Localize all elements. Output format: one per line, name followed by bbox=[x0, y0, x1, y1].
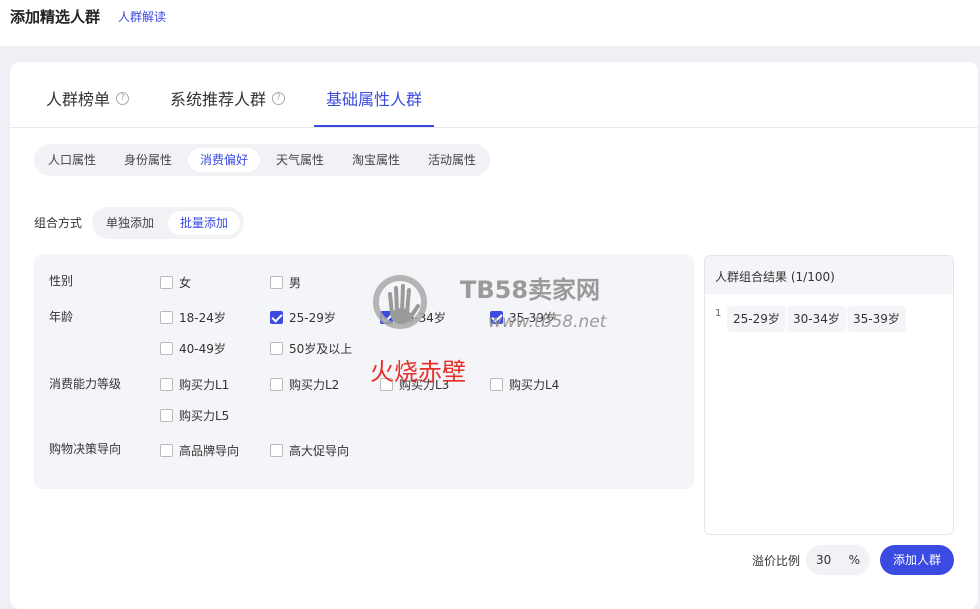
help-icon[interactable]: ? bbox=[272, 91, 286, 105]
checkbox-icon bbox=[270, 276, 283, 289]
combine-mode-toggle: 单独添加 批量添加 bbox=[92, 207, 244, 239]
age-label: 年龄 bbox=[49, 310, 74, 324]
help-icon[interactable]: ? bbox=[116, 91, 130, 105]
checkbox-male[interactable]: 男 bbox=[270, 274, 301, 291]
add-audience-button[interactable]: 添加人群 bbox=[880, 545, 954, 575]
checkbox-age-30-34[interactable]: 30-34岁 bbox=[380, 309, 446, 326]
active-tab-indicator bbox=[314, 125, 434, 127]
decision-orientation-label: 购物决策导向 bbox=[49, 442, 122, 456]
option-label: 购买力L1 bbox=[179, 378, 230, 392]
option-label: 18-24岁 bbox=[179, 311, 226, 325]
tab-label: 系统推荐人群 bbox=[170, 90, 267, 109]
result-chip[interactable]: 25-29岁 bbox=[727, 306, 786, 332]
subtab-taobao[interactable]: 淘宝属性 bbox=[340, 148, 412, 172]
result-header: 人群组合结果 (1/100) bbox=[705, 256, 953, 294]
option-label: 高品牌导向 bbox=[179, 444, 240, 458]
subtab-demographics[interactable]: 人口属性 bbox=[36, 148, 108, 172]
checkbox-promo-oriented[interactable]: 高大促导向 bbox=[270, 442, 349, 459]
spending-level-label: 消费能力等级 bbox=[49, 377, 122, 391]
checked-icon bbox=[380, 311, 393, 324]
option-label: 50岁及以上 bbox=[289, 342, 353, 356]
result-count: (1/100) bbox=[790, 270, 835, 284]
tab-audience-ranking[interactable]: 人群榜单 ? bbox=[46, 86, 130, 110]
tab-label: 人群榜单 bbox=[46, 90, 111, 109]
ratio-unit: % bbox=[848, 553, 860, 567]
checked-icon bbox=[490, 311, 503, 324]
checkbox-icon bbox=[270, 342, 283, 355]
option-label: 购买力L5 bbox=[179, 409, 230, 423]
overlay-caption: 火烧赤壁 bbox=[370, 358, 466, 386]
option-label: 25-29岁 bbox=[289, 311, 336, 325]
result-title: 人群组合结果 bbox=[715, 270, 788, 284]
tab-label: 基础属性人群 bbox=[326, 90, 423, 109]
checkbox-female[interactable]: 女 bbox=[160, 274, 191, 291]
option-label: 购买力L2 bbox=[289, 378, 340, 392]
subtab-identity[interactable]: 身份属性 bbox=[112, 148, 184, 172]
result-index: 1 bbox=[715, 308, 722, 319]
subtab-weather[interactable]: 天气属性 bbox=[264, 148, 336, 172]
checkbox-icon bbox=[160, 444, 173, 457]
top-bar: 添加精选人群 人群解读 bbox=[0, 0, 980, 46]
single-add-button[interactable]: 单独添加 bbox=[94, 211, 166, 235]
checkbox-icon bbox=[270, 378, 283, 391]
premium-ratio-label: 溢价比例 bbox=[752, 554, 801, 568]
checkbox-l2[interactable]: 购买力L2 bbox=[270, 376, 339, 393]
filter-panel: 性别 女 男 年龄 18-24岁 25-29岁 30-34岁 35-39岁 40… bbox=[34, 254, 694, 489]
option-label: 高大促导向 bbox=[289, 444, 350, 458]
tab-system-recommended[interactable]: 系统推荐人群 ? bbox=[170, 86, 286, 110]
checkbox-age-18-24[interactable]: 18-24岁 bbox=[160, 309, 226, 326]
main-card: 人群榜单 ? 系统推荐人群 ? 基础属性人群 人口属性 身份属性 消费偏好 天气… bbox=[10, 62, 978, 609]
checkbox-icon bbox=[490, 378, 503, 391]
tab-basic-attributes[interactable]: 基础属性人群 bbox=[326, 86, 422, 110]
option-label: 男 bbox=[289, 276, 302, 290]
option-label: 购买力L4 bbox=[509, 378, 560, 392]
main-tabs: 人群榜单 ? 系统推荐人群 ? 基础属性人群 bbox=[10, 62, 978, 128]
attribute-sub-tabs: 人口属性 身份属性 消费偏好 天气属性 淘宝属性 活动属性 bbox=[34, 144, 490, 176]
checkbox-brand-oriented[interactable]: 高品牌导向 bbox=[160, 442, 239, 459]
checkbox-icon bbox=[160, 378, 173, 391]
checked-icon bbox=[270, 311, 283, 324]
ratio-value: 30 bbox=[816, 553, 832, 567]
checkbox-age-40-49[interactable]: 40-49岁 bbox=[160, 340, 226, 357]
checkbox-icon bbox=[160, 342, 173, 355]
premium-ratio-input[interactable]: 30 % bbox=[806, 545, 870, 575]
result-chip[interactable]: 35-39岁 bbox=[847, 306, 906, 332]
audience-interpretation-link[interactable]: 人群解读 bbox=[118, 8, 166, 25]
combine-label: 组合方式 bbox=[34, 216, 83, 230]
checkbox-l5[interactable]: 购买力L5 bbox=[160, 407, 229, 424]
checkbox-age-25-29[interactable]: 25-29岁 bbox=[270, 309, 336, 326]
gender-label: 性别 bbox=[49, 274, 74, 288]
option-label: 35-39岁 bbox=[509, 311, 556, 325]
checkbox-icon bbox=[270, 444, 283, 457]
result-chip[interactable]: 30-34岁 bbox=[787, 306, 846, 332]
option-label: 40-49岁 bbox=[179, 342, 226, 356]
result-panel: 人群组合结果 (1/100) 1 25-29岁 30-34岁 35-39岁 bbox=[704, 255, 954, 535]
checkbox-icon bbox=[160, 276, 173, 289]
batch-add-button[interactable]: 批量添加 bbox=[168, 211, 241, 235]
option-label: 女 bbox=[179, 276, 192, 290]
checkbox-l1[interactable]: 购买力L1 bbox=[160, 376, 229, 393]
checkbox-l4[interactable]: 购买力L4 bbox=[490, 376, 559, 393]
checkbox-age-35-39[interactable]: 35-39岁 bbox=[490, 309, 556, 326]
subtab-activity[interactable]: 活动属性 bbox=[416, 148, 488, 172]
option-label: 30-34岁 bbox=[399, 311, 446, 325]
checkbox-icon bbox=[160, 311, 173, 324]
checkbox-icon bbox=[160, 409, 173, 422]
checkbox-age-50-plus[interactable]: 50岁及以上 bbox=[270, 340, 352, 357]
subtab-consumption[interactable]: 消费偏好 bbox=[188, 148, 261, 172]
page-title: 添加精选人群 bbox=[10, 8, 101, 26]
